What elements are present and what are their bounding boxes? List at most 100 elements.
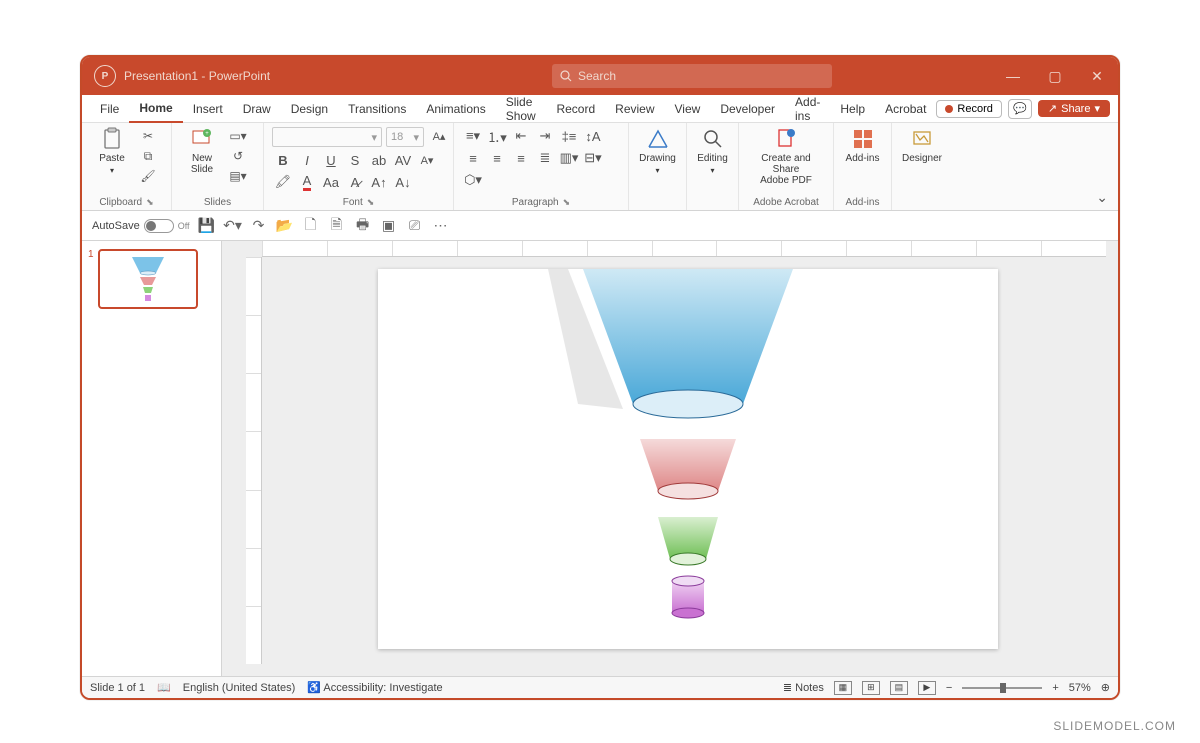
font-launcher[interactable]: ⬊ xyxy=(367,197,375,208)
close-button[interactable]: ✕ xyxy=(1076,57,1118,95)
increase-font-button[interactable]: A▴ xyxy=(428,127,450,145)
change-case-button[interactable]: Aa xyxy=(320,173,342,191)
indent-dec-button[interactable]: ⇤ xyxy=(510,127,532,145)
columns-button[interactable]: ▥▾ xyxy=(558,149,580,167)
bullets-button[interactable]: ≡▾ xyxy=(462,127,484,145)
decrease-font-button[interactable]: A▾ xyxy=(416,151,438,169)
paste-button[interactable]: Paste▾ xyxy=(90,127,134,175)
create-pdf-button[interactable]: Create and Share Adobe PDF xyxy=(747,127,825,186)
normal-view-button[interactable]: ▦ xyxy=(834,681,852,695)
clipboard-launcher[interactable]: ⬊ xyxy=(146,197,154,208)
justify-button[interactable]: ≣ xyxy=(534,149,556,167)
copy-button[interactable]: ⧉ xyxy=(138,147,158,165)
spacing-button[interactable]: AV xyxy=(392,151,414,169)
autosave-toggle[interactable]: AutoSave Off xyxy=(92,219,190,233)
align-center-button[interactable]: ≡ xyxy=(486,149,508,167)
zoom-out-button[interactable]: − xyxy=(946,682,952,694)
cut-button[interactable]: ✂ xyxy=(138,127,158,145)
vertical-ruler[interactable] xyxy=(246,257,262,664)
underline-button[interactable]: U xyxy=(320,151,342,169)
tab-developer[interactable]: Developer xyxy=(710,95,785,123)
share-button[interactable]: ↗Share▾ xyxy=(1038,100,1110,117)
slideshow-view-button[interactable]: ▶ xyxy=(918,681,936,695)
thumbnail-slide-1[interactable] xyxy=(98,249,198,309)
more-qat-button[interactable]: ⋯ xyxy=(432,217,450,235)
smartart-button[interactable]: ⬡▾ xyxy=(462,171,484,189)
tab-animations[interactable]: Animations xyxy=(416,95,495,123)
tab-addins[interactable]: Add-ins xyxy=(785,95,830,123)
align-text-button[interactable]: ⊟▾ xyxy=(582,149,604,167)
new-slide-button[interactable]: + New Slide xyxy=(180,127,224,175)
open-button[interactable]: 📂 xyxy=(276,217,294,235)
font-shrink-button[interactable]: A↓ xyxy=(392,173,414,191)
font-grow-button[interactable]: A↑ xyxy=(368,173,390,191)
tab-record[interactable]: Record xyxy=(546,95,605,123)
bold-button[interactable]: B xyxy=(272,151,294,169)
undo-button[interactable]: ↶▾ xyxy=(224,217,242,235)
paragraph-launcher[interactable]: ⬊ xyxy=(563,197,571,208)
slide-canvas[interactable] xyxy=(378,269,998,649)
new-button[interactable]: 🗋 xyxy=(302,217,320,235)
tab-home[interactable]: Home xyxy=(129,95,182,123)
indent-inc-button[interactable]: ⇥ xyxy=(534,127,556,145)
tab-insert[interactable]: Insert xyxy=(183,95,233,123)
tab-acrobat[interactable]: Acrobat xyxy=(875,95,936,123)
zoom-level[interactable]: 57% xyxy=(1069,682,1091,694)
addins-icon xyxy=(851,127,875,151)
fit-to-window-button[interactable]: ⊕ xyxy=(1101,681,1110,694)
tab-design[interactable]: Design xyxy=(281,95,338,123)
print-button[interactable]: 🖶 xyxy=(354,217,372,235)
present2-button[interactable]: ⎚ xyxy=(406,217,424,235)
redo-button[interactable]: ↷ xyxy=(250,217,268,235)
reset-button[interactable]: ↺ xyxy=(228,147,248,165)
font-size-select[interactable]: 18▾ xyxy=(386,127,424,147)
present-button[interactable]: ▣ xyxy=(380,217,398,235)
font-color-button[interactable]: A xyxy=(296,173,318,191)
comments-button[interactable]: 💬 xyxy=(1008,99,1032,119)
zoom-slider[interactable] xyxy=(962,687,1042,689)
italic-button[interactable]: I xyxy=(296,151,318,169)
tab-draw[interactable]: Draw xyxy=(233,95,281,123)
align-right-button[interactable]: ≡ xyxy=(510,149,532,167)
language-status[interactable]: English (United States) xyxy=(183,682,296,694)
text-direction-button[interactable]: ↕A xyxy=(582,127,604,145)
layout-button[interactable]: ▭▾ xyxy=(228,127,248,145)
tool1-button[interactable]: 🗎 xyxy=(328,217,346,235)
clear-format-button[interactable]: A̷ xyxy=(344,173,366,191)
tab-view[interactable]: View xyxy=(665,95,711,123)
line-spacing-button[interactable]: ‡≡ xyxy=(558,127,580,145)
format-painter-button[interactable]: 🖌 xyxy=(138,167,158,185)
search-placeholder: Search xyxy=(578,69,616,83)
save-button[interactable]: 💾 xyxy=(198,217,216,235)
zoom-in-button[interactable]: + xyxy=(1052,682,1058,694)
drawing-button[interactable]: Drawing▾ xyxy=(637,127,678,175)
tab-file[interactable]: File xyxy=(90,95,129,123)
font-family-select[interactable]: ▾ xyxy=(272,127,382,147)
addins-button[interactable]: Add-ins xyxy=(842,127,883,164)
record-button[interactable]: Record xyxy=(936,100,1001,118)
drawing-icon xyxy=(646,127,670,151)
notes-button[interactable]: ≣ Notes xyxy=(783,681,824,694)
tab-help[interactable]: Help xyxy=(830,95,875,123)
horizontal-ruler[interactable] xyxy=(262,241,1106,257)
tab-transitions[interactable]: Transitions xyxy=(338,95,416,123)
tab-review[interactable]: Review xyxy=(605,95,664,123)
designer-button[interactable]: Designer xyxy=(900,127,944,164)
new-slide-icon: + xyxy=(190,127,214,151)
editing-button[interactable]: Editing▾ xyxy=(695,127,730,175)
align-left-button[interactable]: ≡ xyxy=(462,149,484,167)
section-button[interactable]: ▤▾ xyxy=(228,167,248,185)
search-input[interactable]: Search xyxy=(552,64,832,88)
numbering-button[interactable]: ⒈▾ xyxy=(486,127,508,145)
highlight-button[interactable]: 🖍 xyxy=(272,173,294,191)
tab-slideshow[interactable]: Slide Show xyxy=(496,95,547,123)
app-window: P Presentation1 - PowerPoint Search — ▢ … xyxy=(80,55,1120,700)
reading-view-button[interactable]: ▤ xyxy=(890,681,908,695)
shadow-button[interactable]: ab xyxy=(368,151,390,169)
minimize-button[interactable]: — xyxy=(992,57,1034,95)
accessibility-status[interactable]: ♿ Accessibility: Investigate xyxy=(307,681,442,694)
strike-button[interactable]: S xyxy=(344,151,366,169)
maximize-button[interactable]: ▢ xyxy=(1034,57,1076,95)
sorter-view-button[interactable]: ⊞ xyxy=(862,681,880,695)
collapse-ribbon-button[interactable]: ⌄ xyxy=(1086,185,1118,210)
